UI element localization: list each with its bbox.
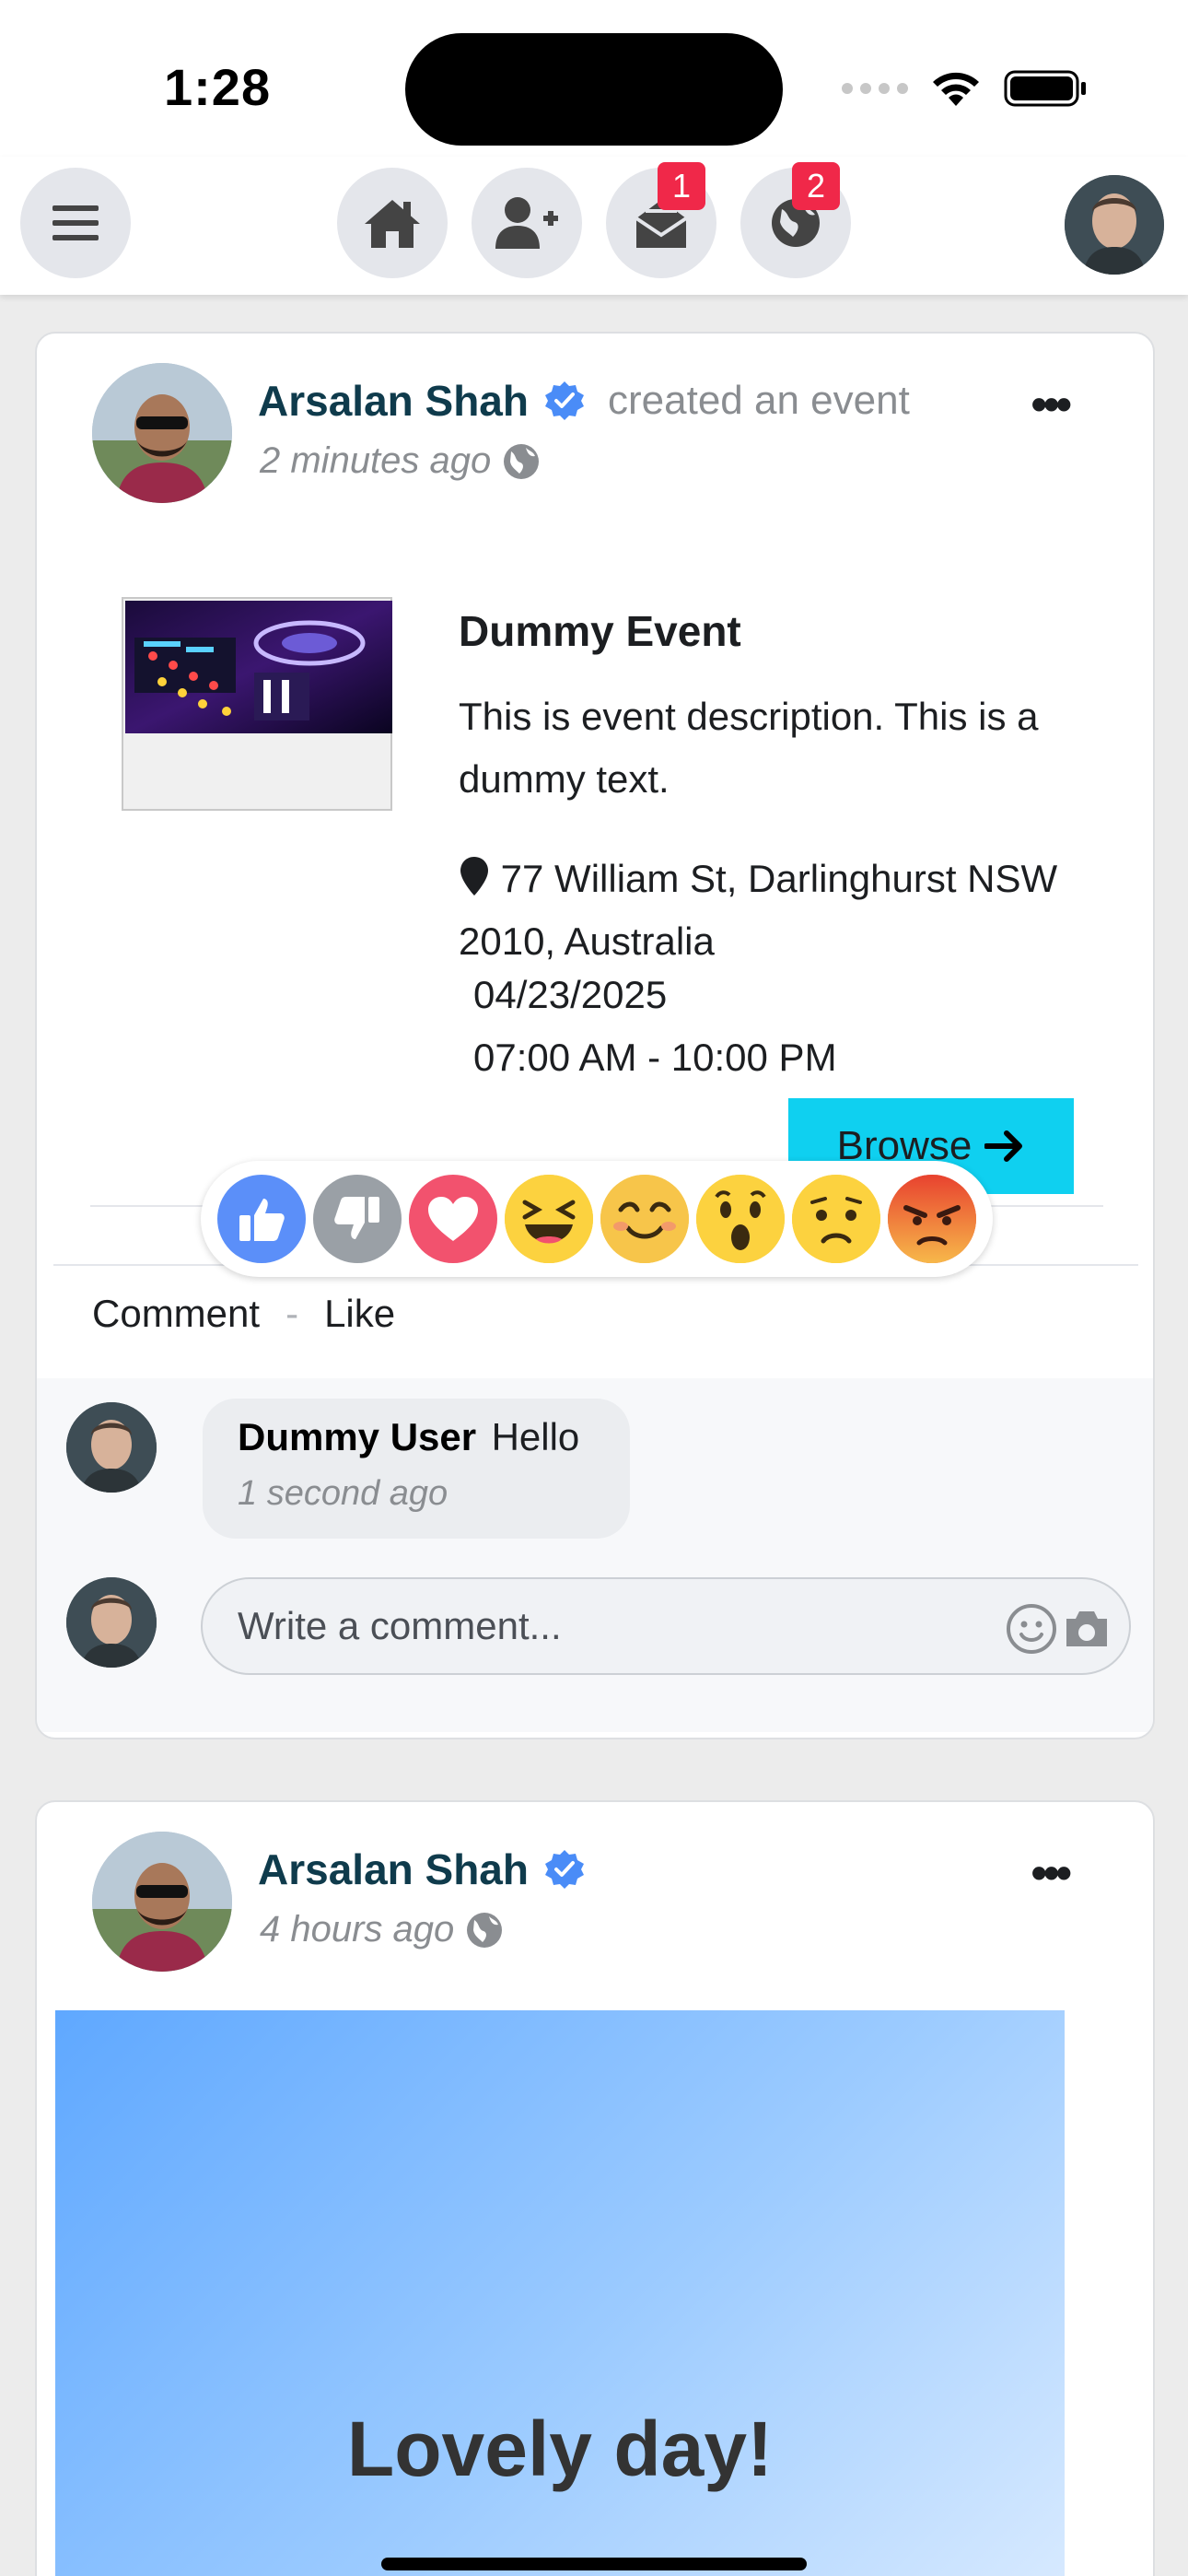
blushing-face-icon	[600, 1175, 689, 1263]
camera-icon	[1066, 1611, 1107, 1646]
commenter-avatar[interactable]	[66, 1402, 157, 1493]
event-description: This is event description. This is a dum…	[459, 695, 1039, 801]
thumbs-down-icon	[334, 1197, 379, 1239]
post-options-button[interactable]: •••	[1031, 378, 1071, 431]
profile-avatar-image	[1065, 175, 1164, 275]
comments-section: Dummy User Hello 1 second ago	[37, 1378, 1153, 1732]
verified-badge-icon	[545, 1850, 584, 1889]
camera-button[interactable]	[1061, 1603, 1112, 1655]
battery-icon	[1004, 70, 1086, 107]
smiley-icon	[1007, 1604, 1056, 1654]
reaction-angry[interactable]	[888, 1175, 976, 1263]
post-author: Arsalan Shah	[258, 1844, 586, 1894]
action-separator: -	[285, 1292, 299, 1335]
home-indicator	[381, 2558, 807, 2570]
home-button[interactable]	[337, 168, 448, 278]
author-name[interactable]: Arsalan Shah	[258, 1844, 529, 1894]
post-options-button[interactable]: •••	[1031, 1846, 1071, 1900]
post-time-text: 2 minutes ago	[260, 440, 492, 481]
comment-action[interactable]: Comment	[92, 1292, 260, 1336]
author-avatar[interactable]	[92, 1832, 232, 1972]
reaction-haha[interactable]	[505, 1175, 593, 1263]
reaction-dislike[interactable]	[313, 1175, 402, 1263]
author-name[interactable]: Arsalan Shah	[258, 376, 529, 426]
surprised-face-icon	[696, 1175, 785, 1263]
reaction-wow[interactable]	[696, 1175, 785, 1263]
friend-requests-button[interactable]	[472, 168, 582, 278]
commenter-avatar-image	[66, 1402, 157, 1493]
comment-author[interactable]: Dummy User	[238, 1415, 476, 1458]
location-pin-icon	[460, 857, 488, 896]
post-timestamp: 2 minutes ago	[260, 440, 541, 482]
sad-face-icon	[792, 1175, 880, 1263]
event-date: 04/23/2025	[473, 973, 668, 1016]
add-user-icon	[495, 197, 558, 249]
event-location-text: 77 William St, Darlinghurst NSW 2010, Au…	[459, 857, 1058, 963]
post-timestamp: 4 hours ago	[260, 1909, 504, 1950]
arrow-right-icon	[984, 1130, 1023, 1162]
background-text-post: Lovely day!	[55, 2010, 1065, 2576]
home-icon	[365, 200, 420, 248]
status-time: 1:28	[164, 58, 272, 116]
cellular-signal-icon	[842, 83, 908, 94]
verified-badge-icon	[545, 381, 584, 420]
event-location: 77 William St, Darlinghurst NSW 2010, Au…	[459, 848, 1085, 973]
post-action-text: created an event	[608, 378, 910, 423]
wifi-icon	[933, 72, 979, 106]
post-actions: Comment - Like	[92, 1292, 395, 1336]
emoji-button[interactable]	[1006, 1603, 1057, 1655]
public-globe-icon	[504, 443, 540, 479]
event-time-range: 07:00 AM - 10:00 PM	[473, 1036, 837, 1079]
menu-button[interactable]	[20, 168, 131, 278]
event-post-card: Arsalan Shah created an event 2 minutes …	[35, 332, 1155, 1739]
reaction-sad[interactable]	[792, 1175, 880, 1263]
author-avatar-image	[92, 1832, 232, 1972]
status-icons	[842, 66, 1089, 111]
status-bar: 1:28	[0, 0, 1188, 157]
event-image[interactable]	[122, 597, 392, 811]
comment-time: 1 second ago	[238, 1474, 448, 1513]
comment-input[interactable]	[201, 1577, 1131, 1675]
dj-mixer-image	[125, 601, 392, 733]
heart-icon	[428, 1197, 478, 1241]
post-author: Arsalan Shah created an event	[258, 376, 910, 426]
dynamic-island	[405, 33, 783, 146]
public-globe-icon	[467, 1912, 503, 1948]
current-user-avatar-image	[66, 1577, 157, 1668]
author-avatar-image	[92, 363, 232, 503]
laughing-face-icon	[505, 1175, 593, 1263]
profile-avatar[interactable]	[1065, 175, 1164, 275]
notifications-badge: 2	[792, 162, 840, 210]
messages-badge: 1	[658, 162, 705, 210]
comment-text: Hello	[491, 1415, 580, 1458]
thumbs-up-icon	[239, 1199, 285, 1241]
angry-face-icon	[888, 1175, 976, 1263]
reaction-smile[interactable]	[600, 1175, 689, 1263]
event-title[interactable]: Dummy Event	[459, 606, 741, 656]
top-navigation: 1 2	[0, 157, 1188, 295]
comment-bubble: Dummy User Hello 1 second ago	[203, 1399, 630, 1539]
reactions-bar	[201, 1161, 993, 1277]
messages-button[interactable]: 1	[606, 162, 716, 278]
post-background-text: Lovely day!	[346, 2406, 774, 2492]
hamburger-menu-icon	[52, 205, 99, 240]
author-avatar[interactable]	[92, 363, 232, 503]
current-user-avatar	[66, 1577, 157, 1668]
reaction-like[interactable]	[217, 1175, 306, 1263]
reaction-love[interactable]	[409, 1175, 497, 1263]
post-time-text: 4 hours ago	[260, 1909, 455, 1950]
notifications-button[interactable]: 2	[740, 162, 851, 278]
like-action[interactable]: Like	[324, 1292, 395, 1336]
